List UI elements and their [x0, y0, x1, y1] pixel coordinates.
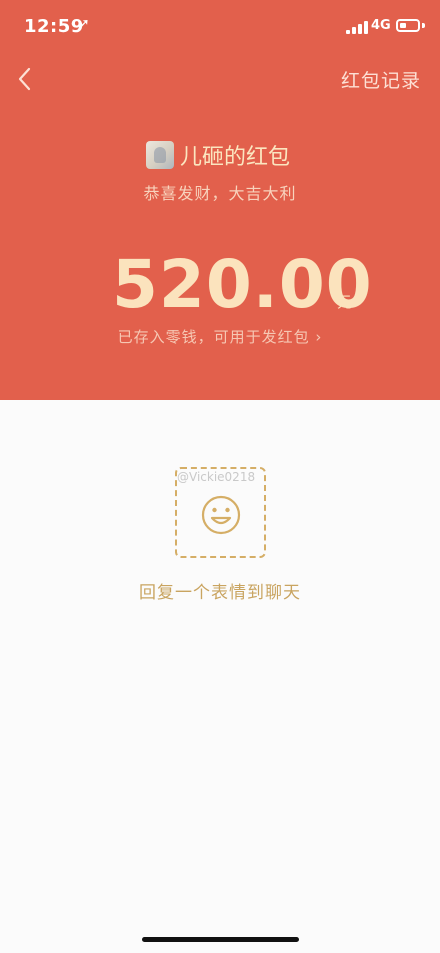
red-packet-record-link[interactable]: 红包记录	[341, 66, 421, 93]
status-time: 12:59	[24, 16, 84, 37]
chevron-left-icon	[18, 67, 31, 91]
status-bar: 12:59 ➚ 4G	[0, 0, 440, 54]
cellular-signal-icon	[346, 21, 368, 34]
back-button[interactable]	[12, 63, 40, 95]
saved-to-wallet-link[interactable]: 已存入零钱，可用于发红包 ›	[0, 326, 440, 347]
sender-name: 儿砸的红包	[180, 145, 291, 170]
home-indicator[interactable]	[142, 937, 299, 942]
battery-icon	[396, 19, 420, 32]
network-type: 4G	[371, 18, 391, 33]
watermark: @Vickie0218	[177, 470, 256, 484]
greeting-message: 恭喜发财，大吉大利	[143, 184, 297, 203]
sender-row: 儿砸的红包	[146, 140, 290, 170]
amount-value: 520.00	[112, 246, 373, 323]
location-arrow-icon: ➚	[78, 16, 90, 32]
battery-cap	[422, 23, 425, 28]
avatar	[146, 141, 174, 169]
reply-emoji-label[interactable]: 回复一个表情到聊天	[0, 578, 440, 603]
battery-level	[400, 23, 406, 28]
currency-unit: 元	[337, 293, 353, 311]
